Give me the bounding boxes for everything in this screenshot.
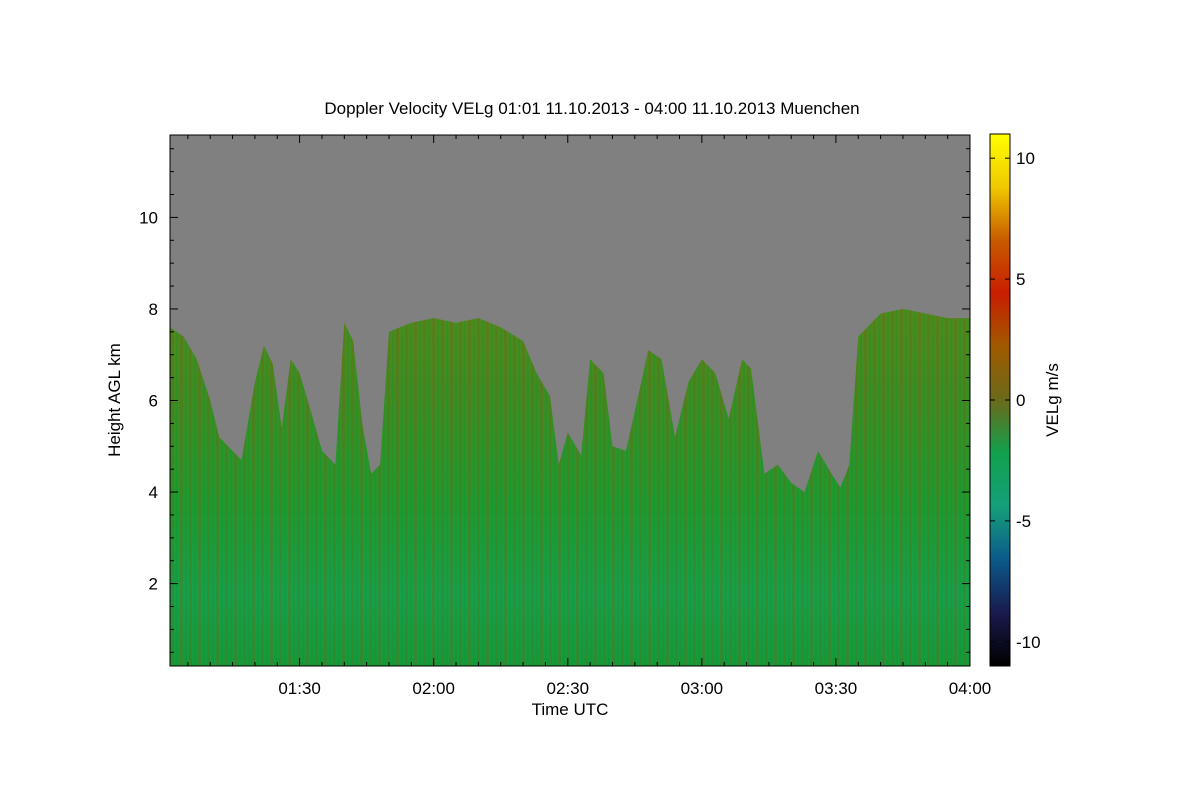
y-tick-label: 6 xyxy=(149,392,158,411)
colorbar-tick-label: 0 xyxy=(1016,391,1025,410)
colorbar-tick-label: 10 xyxy=(1016,149,1035,168)
x-tick-label: 01:30 xyxy=(278,679,321,698)
colorbar-tick-label: -5 xyxy=(1016,512,1031,531)
colorbar: 10 5 0 -5 -10 VELg m/s xyxy=(989,133,1062,667)
x-tick-label: 03:00 xyxy=(681,679,724,698)
x-tick-label: 02:00 xyxy=(412,679,455,698)
chart-title: Doppler Velocity VELg 01:01 11.10.2013 -… xyxy=(324,99,859,118)
y-tick-label: 10 xyxy=(139,208,158,227)
y-axis-label: Height AGL km xyxy=(105,343,124,457)
doppler-velocity-chart: Doppler Velocity VELg 01:01 11.10.2013 -… xyxy=(105,99,1062,719)
y-tick-label: 8 xyxy=(149,300,158,319)
colorbar-tick-label: 5 xyxy=(1016,270,1025,289)
y-tick-label: 2 xyxy=(149,575,158,594)
x-tick-label: 03:30 xyxy=(815,679,858,698)
colorbar-label: VELg m/s xyxy=(1043,363,1062,437)
colorbar-tick-label: -10 xyxy=(1016,633,1041,652)
y-tick-label: 4 xyxy=(149,483,158,502)
x-tick-label: 04:00 xyxy=(949,679,992,698)
x-tick-label: 02:30 xyxy=(546,679,589,698)
plot-area xyxy=(169,134,971,667)
x-axis-label: Time UTC xyxy=(532,700,609,719)
